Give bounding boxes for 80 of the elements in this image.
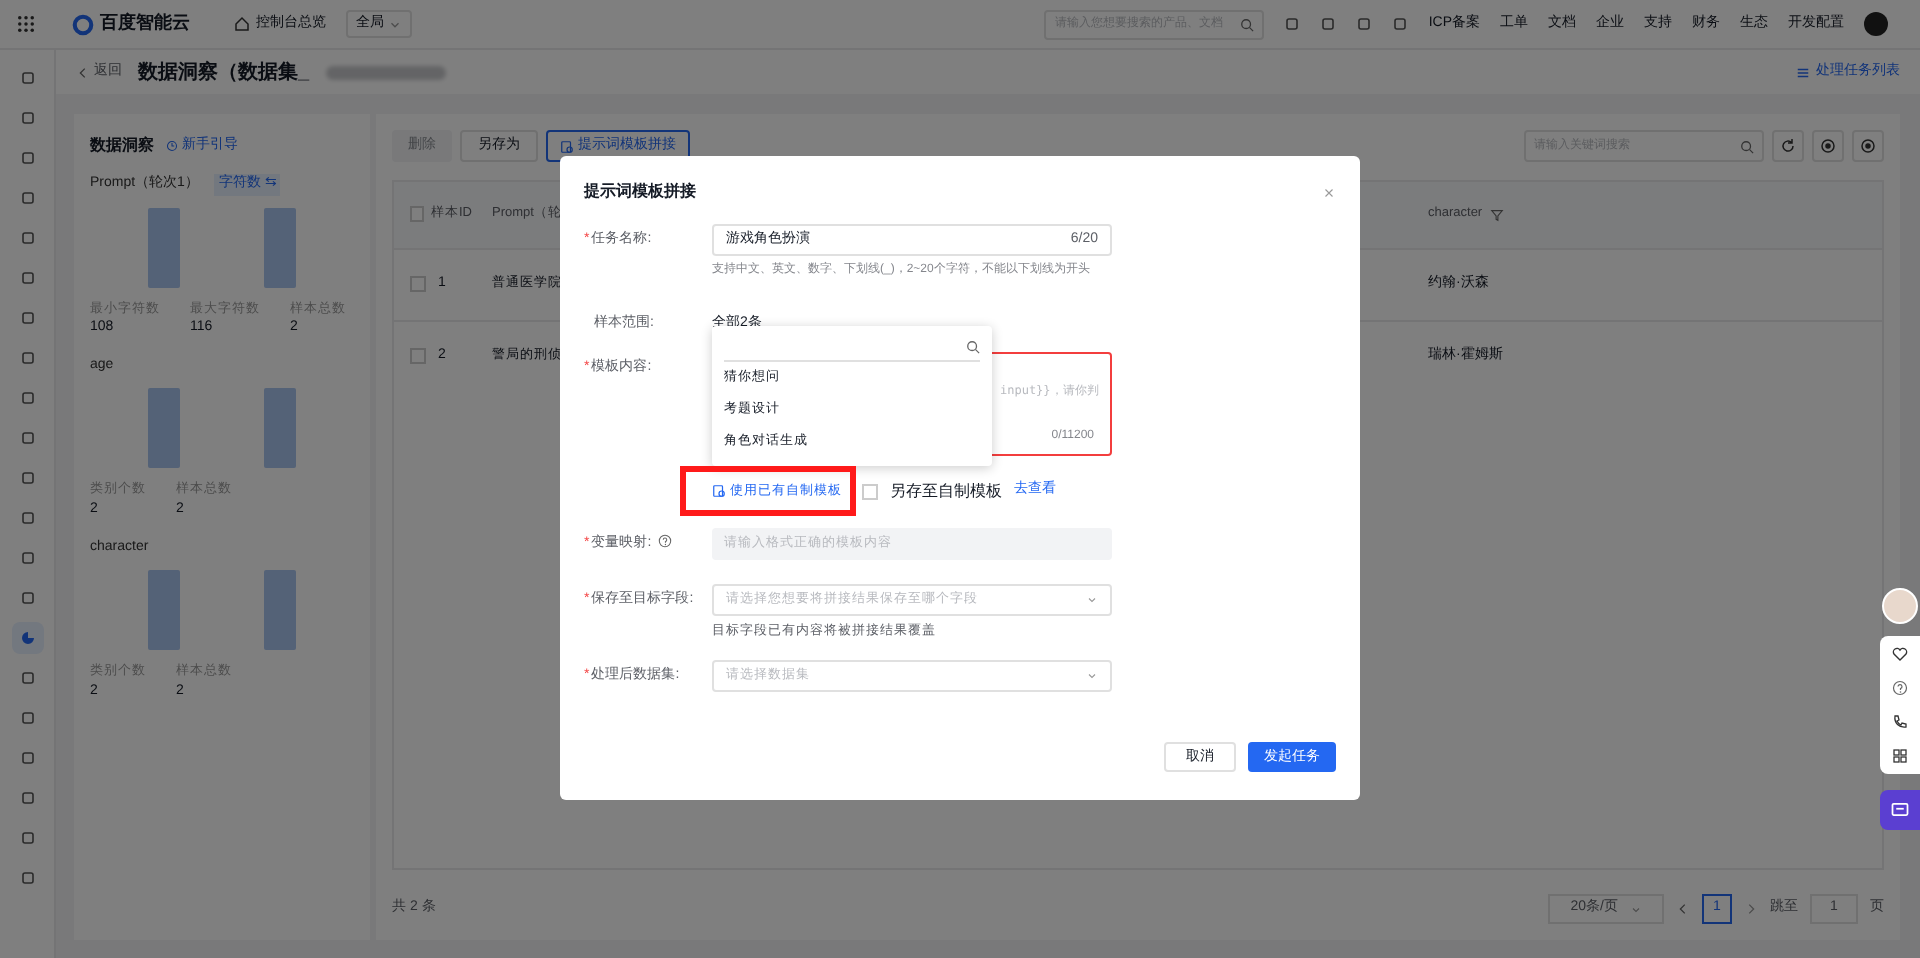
close-icon	[1322, 185, 1336, 199]
chart-bar	[148, 570, 180, 650]
redacted-mark	[325, 65, 446, 79]
toolbar-square-icon	[1392, 16, 1409, 32]
refresh-icon	[1780, 138, 1796, 155]
checkbox[interactable]	[410, 348, 426, 365]
filter-icon	[1490, 207, 1505, 222]
square-icon	[19, 150, 35, 166]
assistant-avatar-icon[interactable]	[1882, 588, 1918, 624]
square-icon	[19, 390, 35, 406]
apps-icon	[1892, 748, 1908, 764]
caret-icon	[1086, 593, 1098, 605]
list-icon	[1796, 65, 1810, 79]
square-icon	[19, 870, 35, 886]
logo-text: 百度智能云	[100, 10, 190, 37]
square-icon	[19, 710, 35, 726]
heart-icon	[1892, 646, 1908, 662]
floating-button[interactable]	[1892, 714, 1908, 730]
floating-button[interactable]	[1892, 748, 1908, 764]
page-title: 数据洞察（数据集_	[138, 59, 310, 87]
icon-button[interactable]	[1812, 130, 1844, 163]
search-icon	[966, 340, 980, 354]
dialog-title: 提示词模板拼接	[584, 180, 696, 204]
square-icon	[19, 110, 35, 126]
toolbar-square-icon	[1356, 16, 1373, 32]
toolbar-square-icon	[1320, 16, 1337, 32]
apps-menu-icon	[16, 14, 36, 34]
chart-bar	[264, 207, 296, 287]
chart-bar	[264, 570, 296, 650]
icon-button[interactable]	[1772, 130, 1804, 163]
cloud-logo-icon	[72, 13, 94, 35]
chart-bar	[264, 388, 296, 469]
chat-button[interactable]	[1880, 790, 1920, 830]
square-icon	[19, 310, 35, 326]
square-icon	[19, 830, 35, 846]
square-icon	[19, 750, 35, 766]
checkbox[interactable]	[410, 276, 426, 293]
panel-title: 数据洞察	[90, 134, 154, 158]
square-icon	[19, 350, 35, 366]
help-icon	[1892, 680, 1908, 696]
circle-dot-icon	[1820, 138, 1836, 155]
clock-icon	[166, 140, 178, 152]
toolbar-square-icon	[1284, 16, 1301, 32]
sidebar-item[interactable]	[11, 622, 43, 654]
square-icon	[19, 550, 35, 566]
square-icon	[19, 70, 35, 86]
checkbox-label: 另存至自制模板	[890, 479, 1002, 503]
next-page-icon	[1744, 902, 1758, 916]
square-icon	[19, 470, 35, 486]
prev-page-icon	[1676, 902, 1690, 916]
square-icon	[19, 510, 35, 526]
search-icon	[1240, 17, 1255, 31]
chart-bar	[148, 388, 180, 469]
help-icon	[657, 533, 672, 547]
pie-chart-icon	[19, 630, 35, 646]
square-icon	[19, 430, 35, 446]
phone-icon	[1892, 714, 1908, 730]
caret-icon	[388, 17, 402, 31]
search-icon	[1740, 139, 1754, 154]
square-icon	[19, 190, 35, 206]
square-icon	[19, 590, 35, 606]
square-icon	[19, 670, 35, 686]
icon-button[interactable]	[1852, 130, 1884, 163]
checkbox[interactable]	[862, 483, 878, 499]
home-icon	[234, 16, 250, 32]
square-icon	[19, 230, 35, 246]
close-button[interactable]	[1322, 185, 1336, 199]
caret-icon	[1086, 670, 1098, 683]
template-icon	[712, 484, 726, 498]
chart-bar	[148, 207, 180, 287]
floating-button[interactable]	[1892, 646, 1908, 662]
caret-icon	[1630, 903, 1642, 915]
floating-button[interactable]	[1892, 680, 1908, 696]
square-icon	[19, 270, 35, 286]
document-icon	[560, 139, 574, 154]
square-icon	[19, 790, 35, 806]
checkbox[interactable]	[410, 206, 423, 223]
avatar-icon[interactable]	[1864, 12, 1888, 36]
chat-icon	[1890, 800, 1910, 820]
circle-dot-icon	[1860, 138, 1876, 155]
